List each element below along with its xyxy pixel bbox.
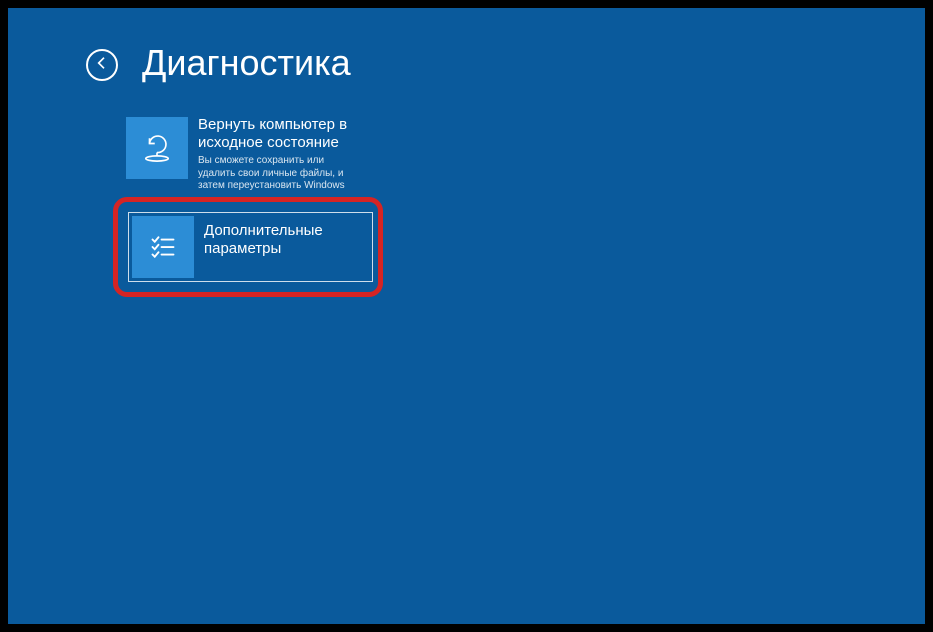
reset-icon bbox=[126, 117, 188, 179]
tiles-container: Вернуть компьютер в исходное состояние В… bbox=[8, 84, 925, 297]
tile-text: Дополнительные параметры bbox=[194, 216, 362, 258]
tile-advanced-options[interactable]: Дополнительные параметры bbox=[128, 212, 373, 282]
header: Диагностика bbox=[8, 8, 925, 84]
tile-reset-pc[interactable]: Вернуть компьютер в исходное состояние В… bbox=[126, 114, 366, 193]
tile-description: Вы сможете сохранить или удалить свои ли… bbox=[198, 155, 356, 193]
tile-text: Вернуть компьютер в исходное состояние В… bbox=[188, 114, 356, 193]
tile-title: Дополнительные параметры bbox=[204, 222, 362, 258]
back-button[interactable] bbox=[86, 49, 118, 81]
tile-title: Вернуть компьютер в исходное состояние bbox=[198, 116, 356, 152]
checklist-icon bbox=[132, 216, 194, 278]
page-title: Диагностика bbox=[142, 42, 351, 84]
back-arrow-icon bbox=[94, 55, 110, 76]
recovery-screen: Диагностика Вернуть компьютер в исходное… bbox=[8, 8, 925, 624]
annotation-highlight: Дополнительные параметры bbox=[113, 197, 383, 297]
